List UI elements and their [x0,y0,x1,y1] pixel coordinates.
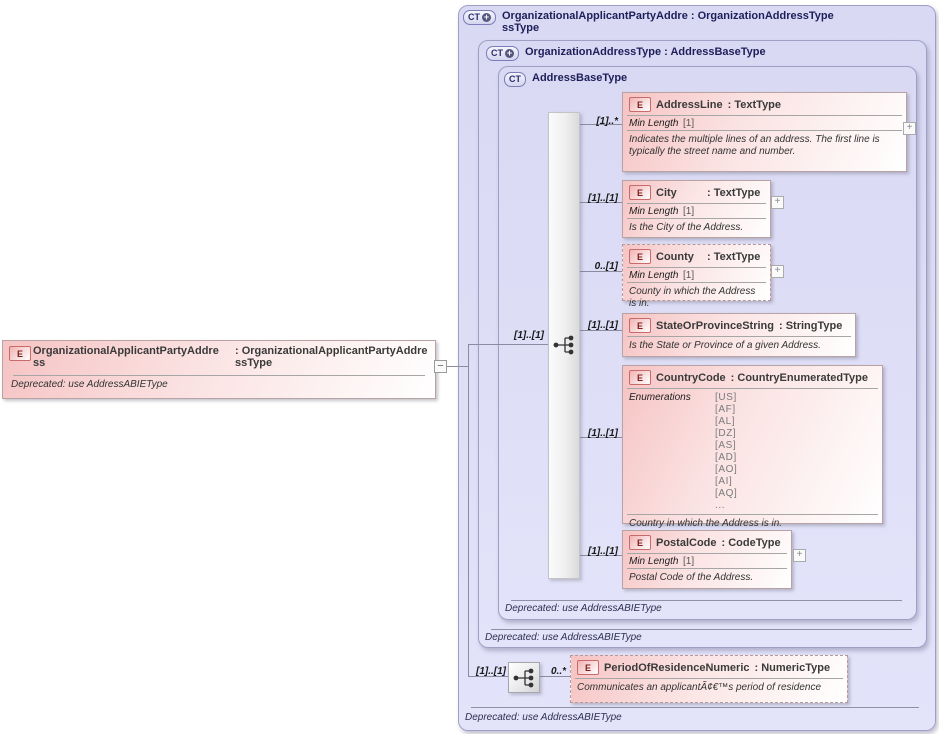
element-box-organizational-applicant-party-address[interactable]: E OrganizationalApplicantPartyAddress : … [2,340,436,399]
divider [491,629,912,630]
container-base-type: : OrganizationAddressType [691,10,834,22]
ct-badge-label: CT [509,73,521,86]
deprecated-note: Deprecated: use AddressABIEType [485,632,642,643]
element-icon: E [629,370,651,385]
element-type: : StringType [779,320,842,332]
container-header[interactable]: CT AddressBaseType [504,72,627,87]
connector-line [468,344,548,345]
element-box-county[interactable]: E County : TextType Min Length [1] Count… [622,244,771,301]
expand-icon[interactable]: + [793,549,806,562]
element-name: PostalCode [656,537,717,549]
derived-plus-icon: + [482,13,491,22]
element-icon: E [629,249,651,264]
element-type: : TextType [707,187,760,199]
cardinality-label: [1]..* [584,116,618,127]
element-box-city[interactable]: E City : TextType Min Length [1] Is the … [622,180,771,238]
element-box-state-or-province-string[interactable]: E StateOrProvinceString : StringType Is … [622,313,856,357]
element-type: : TextType [707,251,760,263]
deprecated-note: Deprecated: use AddressABIEType [465,712,622,723]
container-name-line2: ssType [502,22,539,34]
facet-label: Min Length [629,270,683,281]
cardinality-label: [1]..[1] [584,546,618,557]
sequence-compositor-box[interactable] [508,662,540,693]
deprecated-note: Deprecated: use AddressABIEType [505,603,662,614]
element-icon: E [577,660,599,675]
ct-badge-label: CT [468,11,480,24]
element-description: Is the State or Province of a given Addr… [623,337,855,356]
complex-type-icon: CT [504,72,526,87]
sequence-icon[interactable] [551,334,577,356]
element-description: Communicates an applicantÃ¢€™s period of… [571,679,847,698]
container-title: AddressBaseType [532,72,627,84]
facet-row: Min Length [1] [623,204,770,218]
facet-row: Min Length [1] [623,116,906,130]
element-icon: E [629,185,651,200]
cardinality-label: [1]..[1] [584,193,618,204]
container-title: OrganizationalApplicantPartyAddre : Orga… [502,10,834,34]
divider [471,707,919,708]
expand-icon[interactable]: + [771,265,784,278]
element-type: : CodeType [722,537,781,549]
facet-label: Min Length [629,206,683,217]
element-icon: E [629,535,651,550]
facet-value: [1] [683,270,694,281]
element-description: County in which the Address is in. [623,283,770,313]
complex-type-icon: CT + [463,10,496,25]
element-box-address-line[interactable]: E AddressLine : TextType Min Length [1] … [622,92,907,172]
cardinality-label: [1]..[1] [470,666,506,677]
element-name: PeriodOfResidenceNumeric [604,662,750,674]
element-name: CountryCode [656,372,726,384]
facet-row: Min Length [1] [623,554,791,568]
element-name: StateOrProvinceString [656,320,774,332]
element-name: AddressLine [656,99,723,111]
element-box-postal-code[interactable]: E PostalCode : CodeType Min Length [1] P… [622,530,792,589]
enumeration-values: [US][AF][AL][DZ][AS][AD][AO][AI][AQ]... [715,392,737,512]
facet-label: Min Length [629,118,683,129]
connector-line [468,344,469,677]
element-icon: E [9,346,31,361]
element-description: Is the City of the Address. [623,219,770,238]
deprecated-note: Deprecated: use AddressABIEType [5,376,174,395]
element-box-period-of-residence-numeric[interactable]: E PeriodOfResidenceNumeric : NumericType… [570,655,848,703]
collapse-icon[interactable]: − [434,360,447,373]
divider [511,600,902,601]
cardinality-label: 0..* [544,666,566,677]
cardinality-label: [1]..[1] [508,330,544,341]
container-header[interactable]: CT + OrganizationAddressType : AddressBa… [486,46,766,61]
element-name: OrganizationalApplicantPartyAddress [33,345,219,369]
container-name-line1: OrganizationalApplicantPartyAddre [502,10,688,22]
sequence-icon [511,667,537,689]
cardinality-label: [1]..[1] [584,320,618,331]
element-type: : NumericType [755,662,831,674]
ct-badge-label: CT [491,47,503,60]
container-title: OrganizationAddressType : AddressBaseTyp… [525,46,766,58]
element-type: : OrganizationalApplicantPartyAddressTyp… [235,345,428,369]
element-type: : TextType [728,99,781,111]
enumerations-label: Enumerations [629,392,715,403]
expand-icon[interactable]: + [771,196,784,209]
connector-line [447,366,468,367]
expand-icon[interactable]: + [903,122,916,135]
derived-plus-icon: + [505,49,514,58]
element-name: City [656,187,702,199]
element-name: County [656,251,702,263]
element-description: Indicates the multiple lines of an addre… [623,131,906,161]
container-header[interactable]: CT + OrganizationalApplicantPartyAddre :… [463,10,834,34]
cardinality-label: [1]..[1] [584,428,618,439]
complex-type-icon: CT + [486,46,519,61]
schema-diagram-canvas: CT + OrganizationalApplicantPartyAddre :… [0,0,939,734]
element-icon: E [629,97,651,112]
facet-value: [1] [683,556,694,567]
facet-row: Min Length [1] [623,268,770,282]
element-box-country-code[interactable]: E CountryCode : CountryEnumeratedType En… [622,365,883,524]
element-icon: E [629,318,651,333]
facet-value: [1] [683,118,694,129]
cardinality-label: 0..[1] [584,261,618,272]
facet-value: [1] [683,206,694,217]
element-type: : CountryEnumeratedType [731,372,868,384]
facet-label: Min Length [629,556,683,567]
enumerations-row: Enumerations [US][AF][AL][DZ][AS][AD][AO… [623,389,882,514]
element-description: Postal Code of the Address. [623,569,791,588]
